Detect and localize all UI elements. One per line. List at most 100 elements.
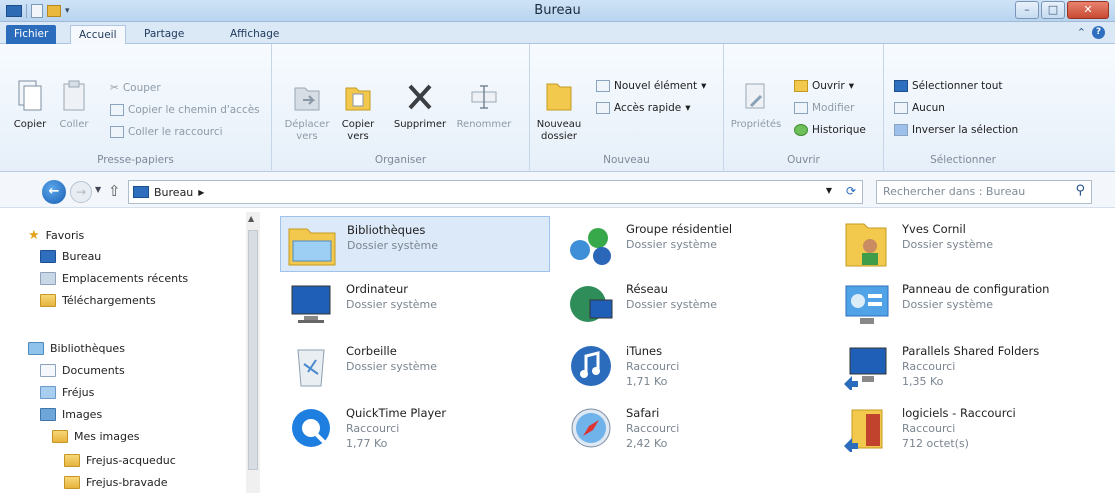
- item-size: 712 octet(s): [902, 437, 969, 450]
- copy-path-button[interactable]: Copier le chemin d'accès: [110, 104, 260, 116]
- sidebar-item-recent[interactable]: Emplacements récents: [40, 272, 188, 285]
- copy-button[interactable]: Copier: [12, 80, 48, 131]
- forward-button[interactable]: →: [70, 181, 92, 203]
- title-bar: ▾ Bureau – □ ✕: [0, 0, 1115, 22]
- cut-button[interactable]: ✂ Couper: [110, 82, 161, 94]
- window-controls: – □ ✕: [1015, 1, 1109, 19]
- back-button[interactable]: ←: [42, 180, 66, 204]
- select-group: Sélectionner tout Aucun Inverser la séle…: [884, 44, 1042, 170]
- sidebar-label: Mes images: [74, 430, 140, 443]
- scrollbar-thumb[interactable]: [248, 230, 258, 470]
- address-dropdown-icon[interactable]: ▼: [826, 186, 832, 195]
- properties-button[interactable]: Propriétés: [730, 82, 782, 131]
- paste-shortcut-button[interactable]: Coller le raccourci: [110, 126, 223, 138]
- new-group-label: Nouveau: [603, 154, 650, 166]
- up-arrow-icon: ⇧: [108, 182, 121, 200]
- item-quicktime[interactable]: QuickTime Player Raccourci 1,77 Ko: [280, 400, 550, 456]
- help-icon[interactable]: ?: [1092, 26, 1105, 39]
- chevron-right-icon[interactable]: ▶: [198, 188, 204, 197]
- downloads-folder-icon: [40, 294, 56, 307]
- rename-label: Renommer: [456, 119, 512, 130]
- item-parallels-shared-folders[interactable]: Parallels Shared Folders Raccourci 1,35 Ko: [836, 338, 1106, 394]
- item-type: Dossier système: [902, 298, 994, 311]
- search-input[interactable]: Rechercher dans : Bureau ⚲: [876, 180, 1092, 204]
- navigation-bar: ← → ▼ ⇧ Bureau ▶ ▼ ⟳ Rechercher dans : B…: [0, 172, 1115, 208]
- copy-label: Copier: [13, 119, 47, 130]
- sidebar-item-favorites[interactable]: ★ Favoris: [28, 228, 84, 243]
- move-to-icon: [294, 87, 320, 111]
- navigation-pane: ★ Favoris Bureau Emplacements récents Tél…: [0, 208, 262, 493]
- sidebar-item-desktop[interactable]: Bureau: [40, 250, 101, 263]
- sidebar-item-frejus-bravade[interactable]: Frejus-bravade: [64, 476, 168, 489]
- item-logiciels-shortcut[interactable]: logiciels - Raccourci Raccourci 712 octet(…: [836, 400, 1106, 456]
- tab-home[interactable]: Accueil: [70, 25, 126, 44]
- homegroup-icon: [570, 228, 611, 265]
- item-itunes[interactable]: iTunes Raccourci 1,71 Ko: [560, 338, 830, 394]
- item-name: Parallels Shared Folders: [902, 344, 1040, 358]
- new-folder-button[interactable]: Nouveau dossier: [536, 80, 582, 143]
- sidebar-item-frejus[interactable]: Fréjus: [40, 386, 94, 399]
- copy-path-label: Copier le chemin d'accès: [128, 104, 260, 116]
- rename-button[interactable]: Renommer: [456, 82, 512, 131]
- refresh-icon[interactable]: ⟳: [846, 184, 856, 198]
- sidebar-item-images[interactable]: Images: [40, 408, 102, 421]
- select-none-button[interactable]: Aucun: [894, 102, 945, 114]
- new-item-label: Nouvel élément: [614, 80, 698, 92]
- sidebar-label: Frejus-acqueduc: [86, 454, 176, 467]
- delete-label: Supprimer: [393, 119, 447, 130]
- network-icon: [570, 286, 613, 322]
- item-recycle-bin[interactable]: Corbeille Dossier système: [280, 338, 550, 394]
- tab-share[interactable]: Partage: [136, 25, 192, 44]
- window-title: Bureau: [534, 3, 581, 18]
- item-network[interactable]: Réseau Dossier système: [560, 276, 830, 332]
- sidebar-scrollbar[interactable]: ▲: [246, 212, 260, 493]
- paste-button[interactable]: Coller: [56, 80, 92, 131]
- shortcut-folder-icon: [844, 409, 883, 452]
- sidebar-label: Emplacements récents: [62, 272, 189, 285]
- item-libraries[interactable]: Bibliothèques Dossier système: [280, 216, 550, 272]
- item-control-panel[interactable]: Panneau de configuration Dossier système: [836, 276, 1106, 332]
- back-arrow-icon: ←: [48, 184, 60, 199]
- minimize-ribbon-icon[interactable]: ⌃: [1077, 26, 1086, 39]
- item-homegroup[interactable]: Groupe résidentiel Dossier système: [560, 216, 830, 272]
- sidebar-label: Frejus-bravade: [86, 476, 168, 489]
- sidebar-item-downloads[interactable]: Téléchargements: [40, 294, 156, 307]
- select-all-label: Sélectionner tout: [912, 80, 1003, 92]
- address-bar[interactable]: Bureau ▶ ▼ ⟳: [128, 180, 863, 204]
- new-item-button[interactable]: Nouvel élément ▾: [596, 80, 706, 92]
- dropdown-arrow-icon: ▾: [848, 80, 854, 92]
- item-name: Panneau de configuration: [902, 282, 1050, 296]
- item-type: Dossier système: [626, 238, 718, 251]
- invert-selection-button[interactable]: Inverser la sélection: [894, 124, 1018, 136]
- tab-file[interactable]: Fichier: [6, 25, 57, 44]
- scroll-up-icon[interactable]: ▲: [248, 214, 254, 223]
- open-button[interactable]: Ouvrir ▾: [794, 80, 854, 92]
- move-to-label: Déplacer vers: [284, 119, 330, 142]
- edit-label: Modifier: [812, 102, 855, 114]
- sidebar-item-libraries[interactable]: Bibliothèques: [28, 342, 125, 355]
- tab-view[interactable]: Affichage: [222, 25, 287, 44]
- item-safari[interactable]: Safari Raccourci 2,42 Ko: [560, 400, 830, 456]
- history-button[interactable]: Historique: [794, 124, 866, 136]
- copy-to-button[interactable]: Copier vers: [338, 82, 378, 143]
- breadcrumb[interactable]: Bureau: [154, 186, 193, 199]
- search-icon[interactable]: ⚲: [1075, 183, 1085, 198]
- easy-access-button[interactable]: Accès rapide ▾: [596, 102, 691, 114]
- item-computer[interactable]: Ordinateur Dossier système: [280, 276, 550, 332]
- minimize-button[interactable]: –: [1015, 1, 1039, 19]
- item-user-folder[interactable]: Yves Cornil Dossier système: [836, 216, 1106, 272]
- select-all-button[interactable]: Sélectionner tout: [894, 80, 1002, 92]
- sidebar-item-my-images[interactable]: Mes images: [52, 430, 139, 443]
- edit-button[interactable]: Modifier: [794, 102, 854, 114]
- maximize-button[interactable]: □: [1041, 1, 1065, 19]
- move-to-button[interactable]: Déplacer vers: [282, 82, 332, 143]
- rename-icon: [471, 85, 497, 109]
- sidebar-item-frejus-acqueduc[interactable]: Frejus-acqueduc: [64, 454, 176, 467]
- delete-button[interactable]: Supprimer: [392, 82, 448, 131]
- recent-locations-dropdown[interactable]: ▼: [95, 185, 101, 194]
- up-button[interactable]: ⇧: [108, 182, 121, 200]
- folder-icon: [52, 430, 68, 443]
- item-name: Ordinateur: [346, 282, 409, 296]
- close-button[interactable]: ✕: [1067, 1, 1109, 19]
- sidebar-item-documents[interactable]: Documents: [40, 364, 125, 377]
